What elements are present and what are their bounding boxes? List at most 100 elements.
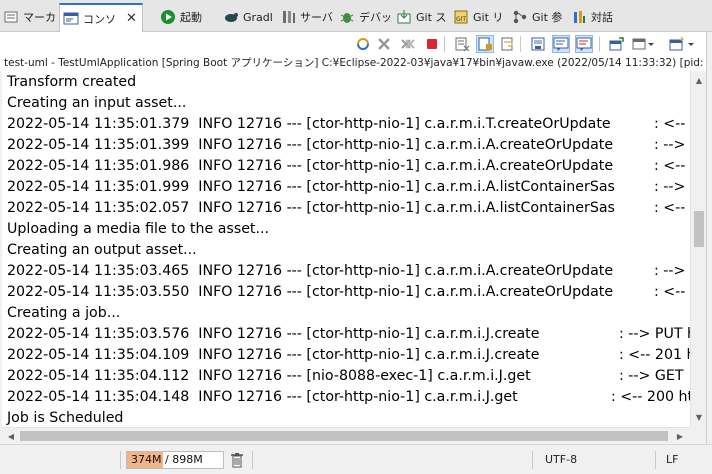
console-line: 2022-05-14 11:35:01.399 INFO 12716 --- [… [7,137,614,153]
remove-icon[interactable] [375,35,393,53]
status-separator [252,451,253,469]
console-line: 2022-05-14 11:35:04.112 INFO 12716 --- [… [7,368,531,384]
tab-git-staging[interactable]: Git ス [393,5,449,29]
interactive-icon [571,9,587,25]
tab-label: 対話 [591,11,613,24]
console-line: Transform created [7,74,137,90]
tab-label: Git 参 [532,11,563,24]
trash-icon[interactable] [229,452,245,468]
horizontal-scroll-thumb[interactable] [20,431,668,441]
process-description: test-uml - TestUmlApplication [Spring Bo… [0,56,712,71]
console-line: 2022-05-14 11:35:03.576 INFO 12716 --- [… [7,326,540,342]
clear-console-icon[interactable] [453,35,471,53]
tab-launch[interactable]: 起動 [157,5,219,29]
console-line-suffix: : --> [654,263,686,279]
toolbar-separator [599,36,600,52]
view-menu-icon[interactable] [667,35,697,53]
console-line: 2022-05-14 11:35:03.550 INFO 12716 --- [… [7,284,614,300]
tab-label: デバッ [359,11,392,24]
console-line: Uploading a media file to the asset... [7,221,270,237]
heap-used-value: 374M [131,453,162,466]
scroll-left-icon[interactable]: ◀ [3,428,19,444]
console-line: Job is Scheduled [7,410,124,426]
git-staging-icon [396,9,412,25]
heap-status[interactable]: 374M / 898M [126,451,224,469]
servers-icon [280,9,296,25]
console-toolbar [0,32,712,56]
remove-all-icon[interactable] [399,35,417,53]
console-line-suffix: : <-- [654,116,686,132]
tab-label: マーカ [23,11,56,24]
status-separator [120,451,121,469]
console-line: Creating an input asset... [7,95,187,111]
console-line-suffix: : <-- 200 ht [611,389,690,405]
console-view-window: マーカ コンソ ✕ 起動 Gradl サーバ デバッ Git ス GIT Git… [0,0,712,474]
scroll-right-icon[interactable]: ▶ [672,428,688,444]
horizontal-scrollbar[interactable]: ◀ ▶ [2,427,690,443]
tab-debug[interactable]: デバッ [336,5,392,29]
tab-interactive[interactable]: 対話 [568,5,624,29]
open-console-icon[interactable] [607,35,625,53]
tab-label: 起動 [180,11,202,24]
heap-total-value: 898M [172,453,203,466]
tab-git-repositories[interactable]: GIT Git リ [450,5,508,29]
tab-label: Git ス [416,11,447,24]
markers-icon [3,9,19,25]
console-line: Creating an output asset... [7,242,197,258]
console-output[interactable]: Transform created Creating an input asset… [2,71,690,427]
tab-gradle[interactable]: Gradl [220,5,276,29]
tab-servers[interactable]: サーバ [277,5,335,29]
vertical-scrollbar[interactable]: ▲ ▼ [690,71,706,427]
console-line: 2022-05-14 11:35:02.057 INFO 12716 --- [… [7,200,615,216]
vertical-scroll-thumb[interactable] [694,211,704,247]
console-line-suffix: : <-- [654,200,686,216]
console-line-suffix: : --> [654,137,686,153]
line-delimiter-status[interactable]: LF [666,453,678,466]
svg-text:GIT: GIT [456,16,466,23]
console-line-suffix: : --> GET [619,368,684,384]
console-line: 2022-05-14 11:35:01.986 INFO 12716 --- [… [7,158,614,174]
git-reflog-icon [512,9,528,25]
toolbar-separator [444,36,445,52]
tab-label: Git リ [473,11,504,24]
console-line: Creating a job... [7,305,121,321]
view-tab-bar: マーカ コンソ ✕ 起動 Gradl サーバ デバッ Git ス GIT Git… [0,0,712,32]
console-line: 2022-05-14 11:35:01.379 INFO 12716 --- [… [7,116,611,132]
remove-launch-icon[interactable] [354,35,372,53]
git-repositories-icon: GIT [453,9,469,25]
show-on-stderr-icon[interactable] [575,35,593,53]
word-wrap-icon[interactable] [499,35,517,53]
tab-markers[interactable]: マーカ [0,5,58,29]
gradle-icon [223,9,239,25]
terminate-icon[interactable] [423,35,441,53]
console-line-suffix: : <-- 201 h [619,347,690,363]
window-edge [706,32,712,444]
display-selected-console-icon[interactable] [630,35,656,53]
tab-label: コンソ [83,12,116,26]
close-icon[interactable]: ✕ [126,11,137,26]
status-bar: 374M / 898M UTF-8 LF [0,444,712,474]
scroll-up-icon[interactable]: ▲ [691,72,707,88]
console-line-suffix: : <-- [654,158,686,174]
debug-icon [339,9,355,25]
console-icon [63,11,79,27]
tab-git-reflog[interactable]: Git 参 [509,5,567,29]
heap-status-text: 374M / 898M [131,452,203,468]
tab-console[interactable]: コンソ ✕ [59,3,143,32]
heap-separator: / [161,453,173,466]
tab-label: サーバ [300,11,333,24]
status-separator [532,451,533,469]
encoding-status[interactable]: UTF-8 [545,453,577,466]
launch-icon [160,9,176,25]
console-line-suffix: : --> PUT h [619,326,690,342]
console-line: 2022-05-14 11:35:04.109 INFO 12716 --- [… [7,347,540,363]
status-separator [655,451,656,469]
console-line: 2022-05-14 11:35:04.148 INFO 12716 --- [… [7,389,518,405]
pin-console-icon[interactable] [529,35,547,53]
show-on-stdout-icon[interactable] [552,35,570,53]
scroll-down-icon[interactable]: ▼ [691,409,707,425]
console-line-suffix: : --> [654,179,686,195]
scroll-lock-icon[interactable] [476,35,494,53]
tab-label: Gradl [243,10,273,24]
console-line-suffix: : <-- [654,284,686,300]
